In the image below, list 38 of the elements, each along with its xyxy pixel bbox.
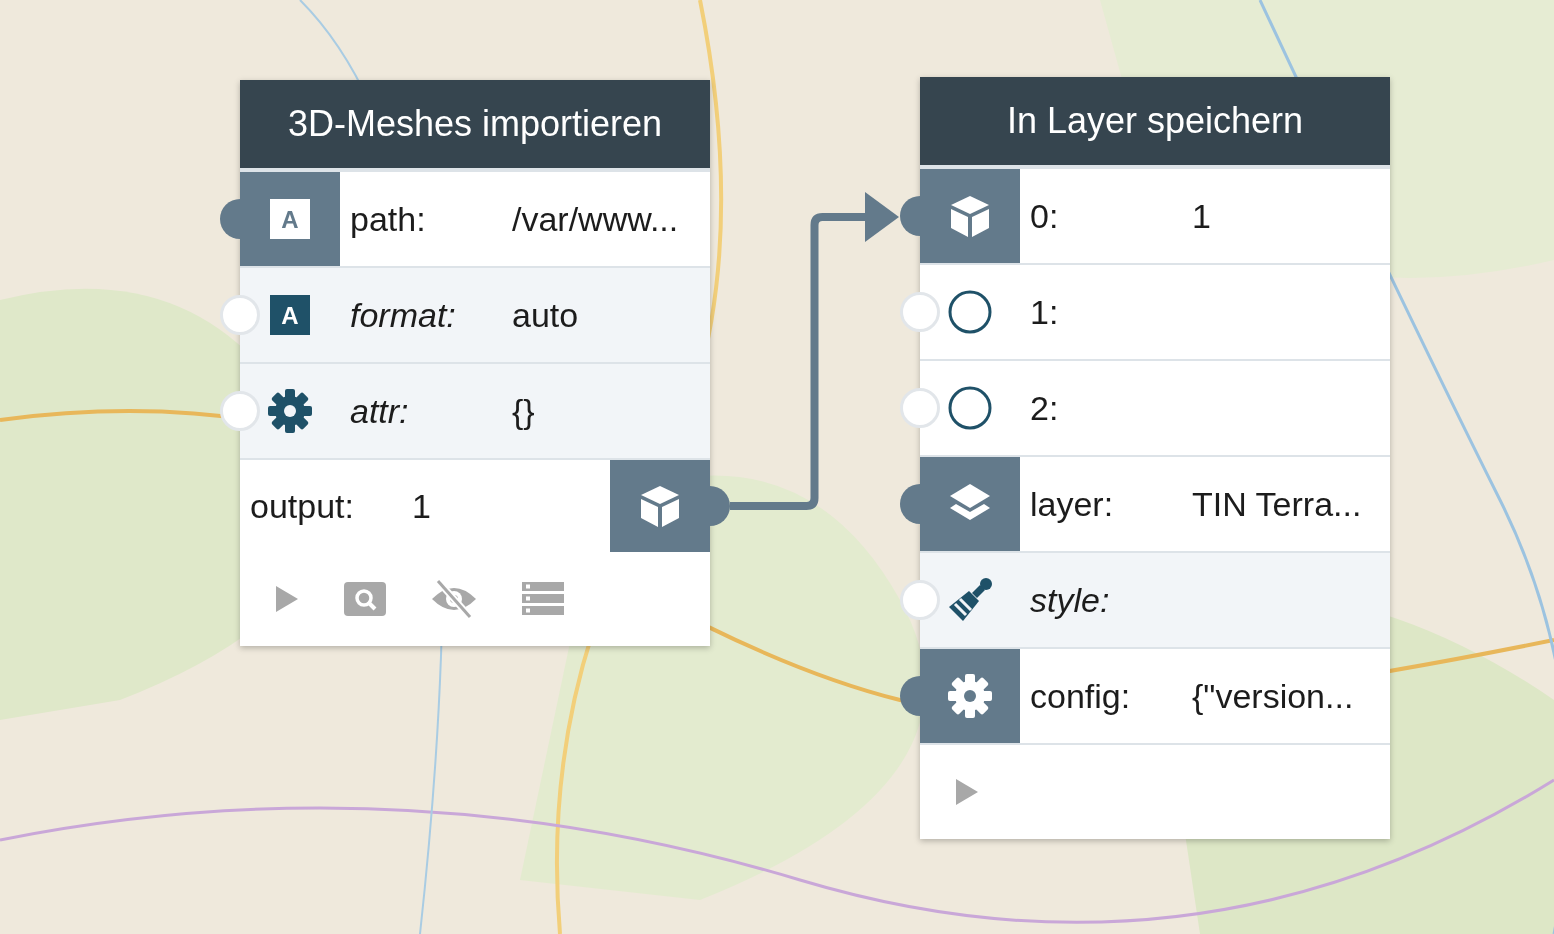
field-label: 0:: [1029, 196, 1060, 236]
field-label: 2:: [1029, 388, 1060, 428]
text-icon: A: [270, 199, 310, 239]
field-value: auto: [512, 295, 579, 335]
play-icon[interactable]: [954, 777, 980, 807]
eye-slash-icon[interactable]: [430, 579, 478, 619]
node-title: In Layer speichern: [920, 77, 1390, 169]
circle-icon: [948, 386, 992, 430]
brush-icon: [947, 577, 993, 623]
field-label: attr:: [349, 391, 410, 431]
field-label: format:: [349, 295, 457, 335]
gear-icon: [948, 674, 992, 718]
circle-icon: [948, 290, 992, 334]
field-label: path:: [349, 199, 427, 239]
list-icon[interactable]: [522, 582, 564, 616]
cube-icon: [639, 484, 681, 528]
input-port[interactable]: [220, 295, 260, 335]
field-label: style:: [1029, 580, 1111, 620]
node-title: 3D-Meshes importieren: [240, 80, 710, 172]
input-port[interactable]: [900, 388, 940, 428]
field-label: output:: [249, 486, 355, 526]
field-label: 1:: [1029, 292, 1060, 332]
field-label: config:: [1029, 676, 1132, 716]
gear-icon: [268, 389, 312, 433]
field-value: 1: [1192, 196, 1211, 236]
search-icon[interactable]: [344, 582, 386, 616]
play-icon[interactable]: [274, 584, 300, 614]
cube-icon: [949, 194, 991, 238]
input-port[interactable]: [900, 580, 940, 620]
field-value: 1: [412, 486, 431, 526]
field-value: {"version...: [1192, 676, 1354, 716]
text-icon: A: [270, 295, 310, 335]
field-value: TIN Terra...: [1192, 484, 1362, 524]
field-value: /var/www...: [512, 199, 679, 239]
field-value: {}: [512, 391, 535, 431]
input-port[interactable]: [900, 292, 940, 332]
input-port[interactable]: [220, 391, 260, 431]
field-label: layer:: [1029, 484, 1115, 524]
